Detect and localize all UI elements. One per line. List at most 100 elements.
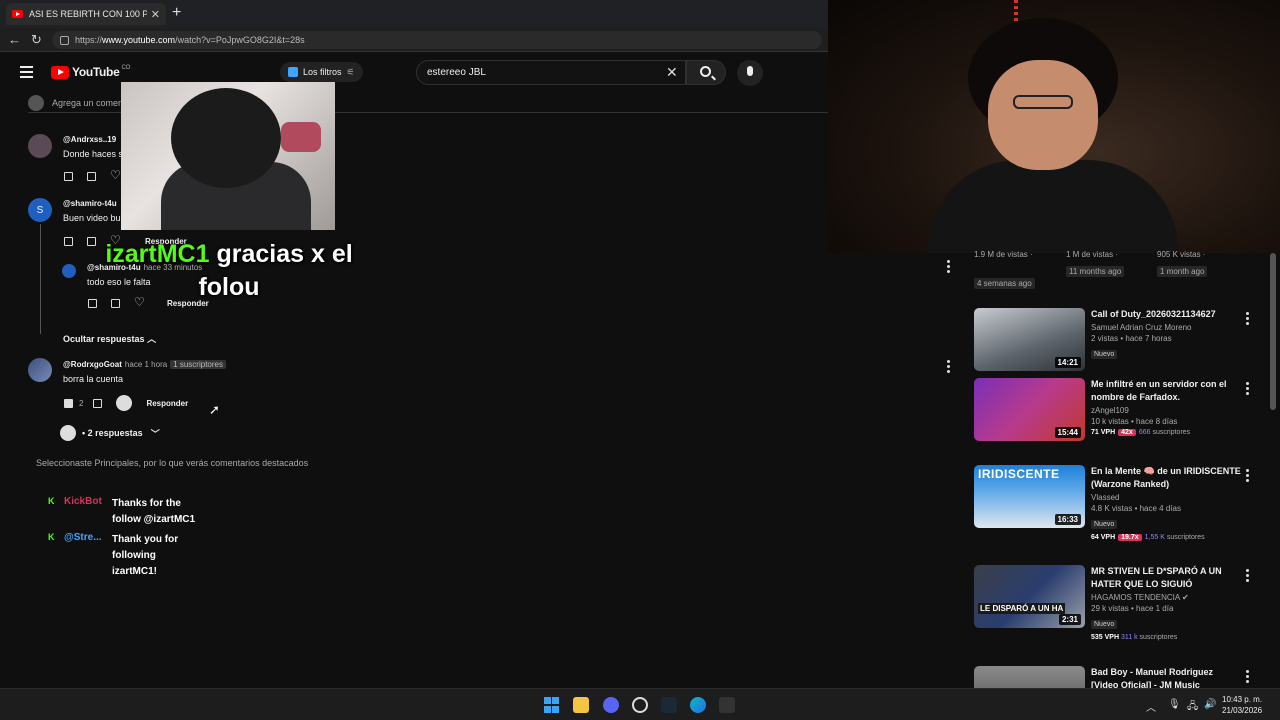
more-options-icon[interactable] xyxy=(947,260,951,275)
video-title[interactable]: Call of Duty_20260321134627 xyxy=(1091,308,1241,321)
file-explorer-icon[interactable] xyxy=(573,697,589,713)
more-options-icon[interactable] xyxy=(947,360,951,375)
video-thumbnail[interactable]: LE DISPARÓ A UN HA 2:31 xyxy=(974,565,1085,628)
menu-icon[interactable] xyxy=(20,66,33,81)
video-thumbnail[interactable]: IRIDISCENTE 16:33 xyxy=(974,465,1085,528)
thumbnail-text: LE DISPARÓ A UN HA xyxy=(978,603,1066,614)
video-title[interactable]: MR STIVEN LE D*SPARÓ A UN HATER QUE LO S… xyxy=(1091,565,1241,591)
discord-icon[interactable] xyxy=(603,697,619,713)
browser-tab[interactable]: ASI ES REBIRTH CON 100 PERSON ✕ xyxy=(6,3,166,25)
clock-date: 21/03/2026 xyxy=(1222,706,1263,715)
avatar[interactable] xyxy=(62,264,76,278)
verified-icon: ✔ xyxy=(1182,593,1189,602)
like-icon[interactable] xyxy=(64,398,73,408)
more-replies-label: • 2 respuestas xyxy=(82,428,143,438)
site-info-icon[interactable] xyxy=(60,35,69,45)
steam-icon[interactable] xyxy=(661,697,677,713)
recommended-video[interactable]: 15:44 Me infiltré en un servidor con el … xyxy=(974,378,1264,448)
avatar[interactable] xyxy=(28,358,52,382)
more-options-icon[interactable] xyxy=(1246,312,1250,327)
chat-user: @Stre... xyxy=(64,532,102,543)
follow-alert-line2: folou xyxy=(198,273,260,301)
like-icon[interactable] xyxy=(64,171,73,181)
kick-icon: K xyxy=(48,496,55,506)
avatar[interactable]: S xyxy=(28,198,52,222)
video-title[interactable]: En la Mente 🧠 de un IRIDISCENTE (Warzone… xyxy=(1091,465,1241,491)
heart-icon[interactable] xyxy=(110,168,121,182)
url-field[interactable]: https://www.youtube.com/watch?v=PoJpwGO8… xyxy=(52,31,822,49)
voice-search-button[interactable] xyxy=(737,60,763,86)
scrollbar[interactable] xyxy=(1270,253,1276,410)
filter-extension-icon xyxy=(288,67,298,77)
system-clock[interactable]: 10:43 p. m. 21/03/2026 xyxy=(1222,694,1262,716)
back-icon[interactable]: ← xyxy=(8,32,21,47)
sliders-icon: ⚟ xyxy=(346,66,355,77)
video-channel[interactable]: zAngel109 xyxy=(1091,406,1241,415)
logo-country: CO xyxy=(121,65,131,71)
chat-user: KickBot xyxy=(64,496,102,507)
microphone-icon[interactable]: 🎙 xyxy=(1168,699,1181,710)
comment-text: Donde haces s xyxy=(63,149,124,159)
reload-icon[interactable]: ↻ xyxy=(31,32,42,48)
webcam-feed xyxy=(828,0,1280,253)
more-options-icon[interactable] xyxy=(1246,670,1250,685)
vph-stats: 64 VPH 19.7x 1,55 K suscriptores xyxy=(1091,534,1205,541)
like-icon[interactable] xyxy=(64,236,73,246)
avatar[interactable] xyxy=(28,134,52,158)
logo-text: YouTube xyxy=(72,65,120,79)
comment-time: hace 1 hora xyxy=(124,360,168,369)
video-thumbnail[interactable] xyxy=(974,666,1085,688)
network-icon[interactable]: 🖧 xyxy=(1187,699,1198,716)
thread-line xyxy=(40,224,41,334)
chat-message: K @Stre... Thank you for following izartMC… xyxy=(48,532,248,580)
recommended-video[interactable]: LE DISPARÓ A UN HA 2:31 MR STIVEN LE D*S… xyxy=(974,565,1264,641)
search-input[interactable]: estereeo JBL xyxy=(416,60,686,85)
like-icon[interactable] xyxy=(88,298,97,308)
new-tab-icon[interactable]: + xyxy=(172,4,181,22)
video-thumbnail[interactable]: 14:21 xyxy=(974,308,1085,371)
volume-icon[interactable]: 🔊 xyxy=(1204,699,1216,710)
avatar-letter: S xyxy=(36,204,44,216)
recommended-video[interactable]: IRIDISCENTE 16:33 En la Mente 🧠 de un IR… xyxy=(974,465,1264,541)
comment-author[interactable]: @RodrxgoGoat xyxy=(63,360,122,369)
chat-message: K KickBot Thanks for the follow @izartMC1 xyxy=(48,496,248,528)
clear-search-icon[interactable]: ✕ xyxy=(666,64,678,81)
chevron-up-icon[interactable]: ︿ xyxy=(1146,699,1156,714)
browser-tab-bar: ASI ES REBIRTH CON 100 PERSON ✕ + xyxy=(0,0,828,28)
filters-button[interactable]: Los filtros ⚟ xyxy=(280,62,363,82)
video-channel[interactable]: HAGAMOS TENDENCIA ✔ xyxy=(1091,593,1241,602)
reply-button[interactable]: Responder xyxy=(146,399,188,408)
youtube-logo[interactable]: YouTube CO xyxy=(51,65,130,79)
more-options-icon[interactable] xyxy=(1246,469,1250,484)
close-tab-icon[interactable]: ✕ xyxy=(151,8,160,21)
windows-taskbar: ︿ 🎙 🖧 🔊 10:43 p. m. 21/03/2026 xyxy=(0,688,1280,720)
hide-replies-button[interactable]: Ocultar respuestas ︿ xyxy=(63,332,156,345)
comment-author[interactable]: @Andrxss..19 xyxy=(63,135,116,144)
recommended-video[interactable]: 14:21 Call of Duty_20260321134627 Samuel… xyxy=(974,308,1264,378)
avatar xyxy=(28,95,44,111)
capcut-icon[interactable] xyxy=(719,697,735,713)
recommended-video[interactable]: Bad Boy - Manuel Rodriguez [Video Oficia… xyxy=(974,666,1264,688)
dislike-icon[interactable] xyxy=(87,171,96,181)
search-icon xyxy=(700,66,711,77)
edge-icon[interactable] xyxy=(690,697,706,713)
video-thumbnail[interactable]: 15:44 xyxy=(974,378,1085,441)
app-icon[interactable] xyxy=(632,697,648,713)
video-title[interactable]: Bad Boy - Manuel Rodriguez [Video Oficia… xyxy=(1091,666,1241,688)
comment-author[interactable]: @shamiro-t4u xyxy=(63,199,117,208)
stream-chat-overlay: K KickBot Thanks for the follow @izartMC1… xyxy=(48,496,248,584)
show-replies-button[interactable]: • 2 respuestas ﹀ xyxy=(60,425,160,441)
video-title[interactable]: Me infiltré en un servidor con el nombre… xyxy=(1091,378,1241,404)
chat-text: Thank you for following izartMC1! xyxy=(112,534,179,577)
windows-start-icon[interactable] xyxy=(544,697,560,713)
more-options-icon[interactable] xyxy=(1246,382,1250,397)
search-button[interactable] xyxy=(686,60,726,85)
more-options-icon[interactable] xyxy=(1246,569,1250,584)
video-channel[interactable]: Samuel Adrian Cruz Moreno xyxy=(1091,323,1241,332)
dislike-icon[interactable] xyxy=(87,236,96,246)
kick-icon: K xyxy=(48,532,55,542)
dislike-icon[interactable] xyxy=(93,398,103,408)
follow-alert: izartMC1 gracias x el folou xyxy=(99,238,359,304)
sort-note: Seleccionaste Principales, por lo que ve… xyxy=(36,458,309,468)
video-channel[interactable]: Vlassed xyxy=(1091,493,1241,502)
